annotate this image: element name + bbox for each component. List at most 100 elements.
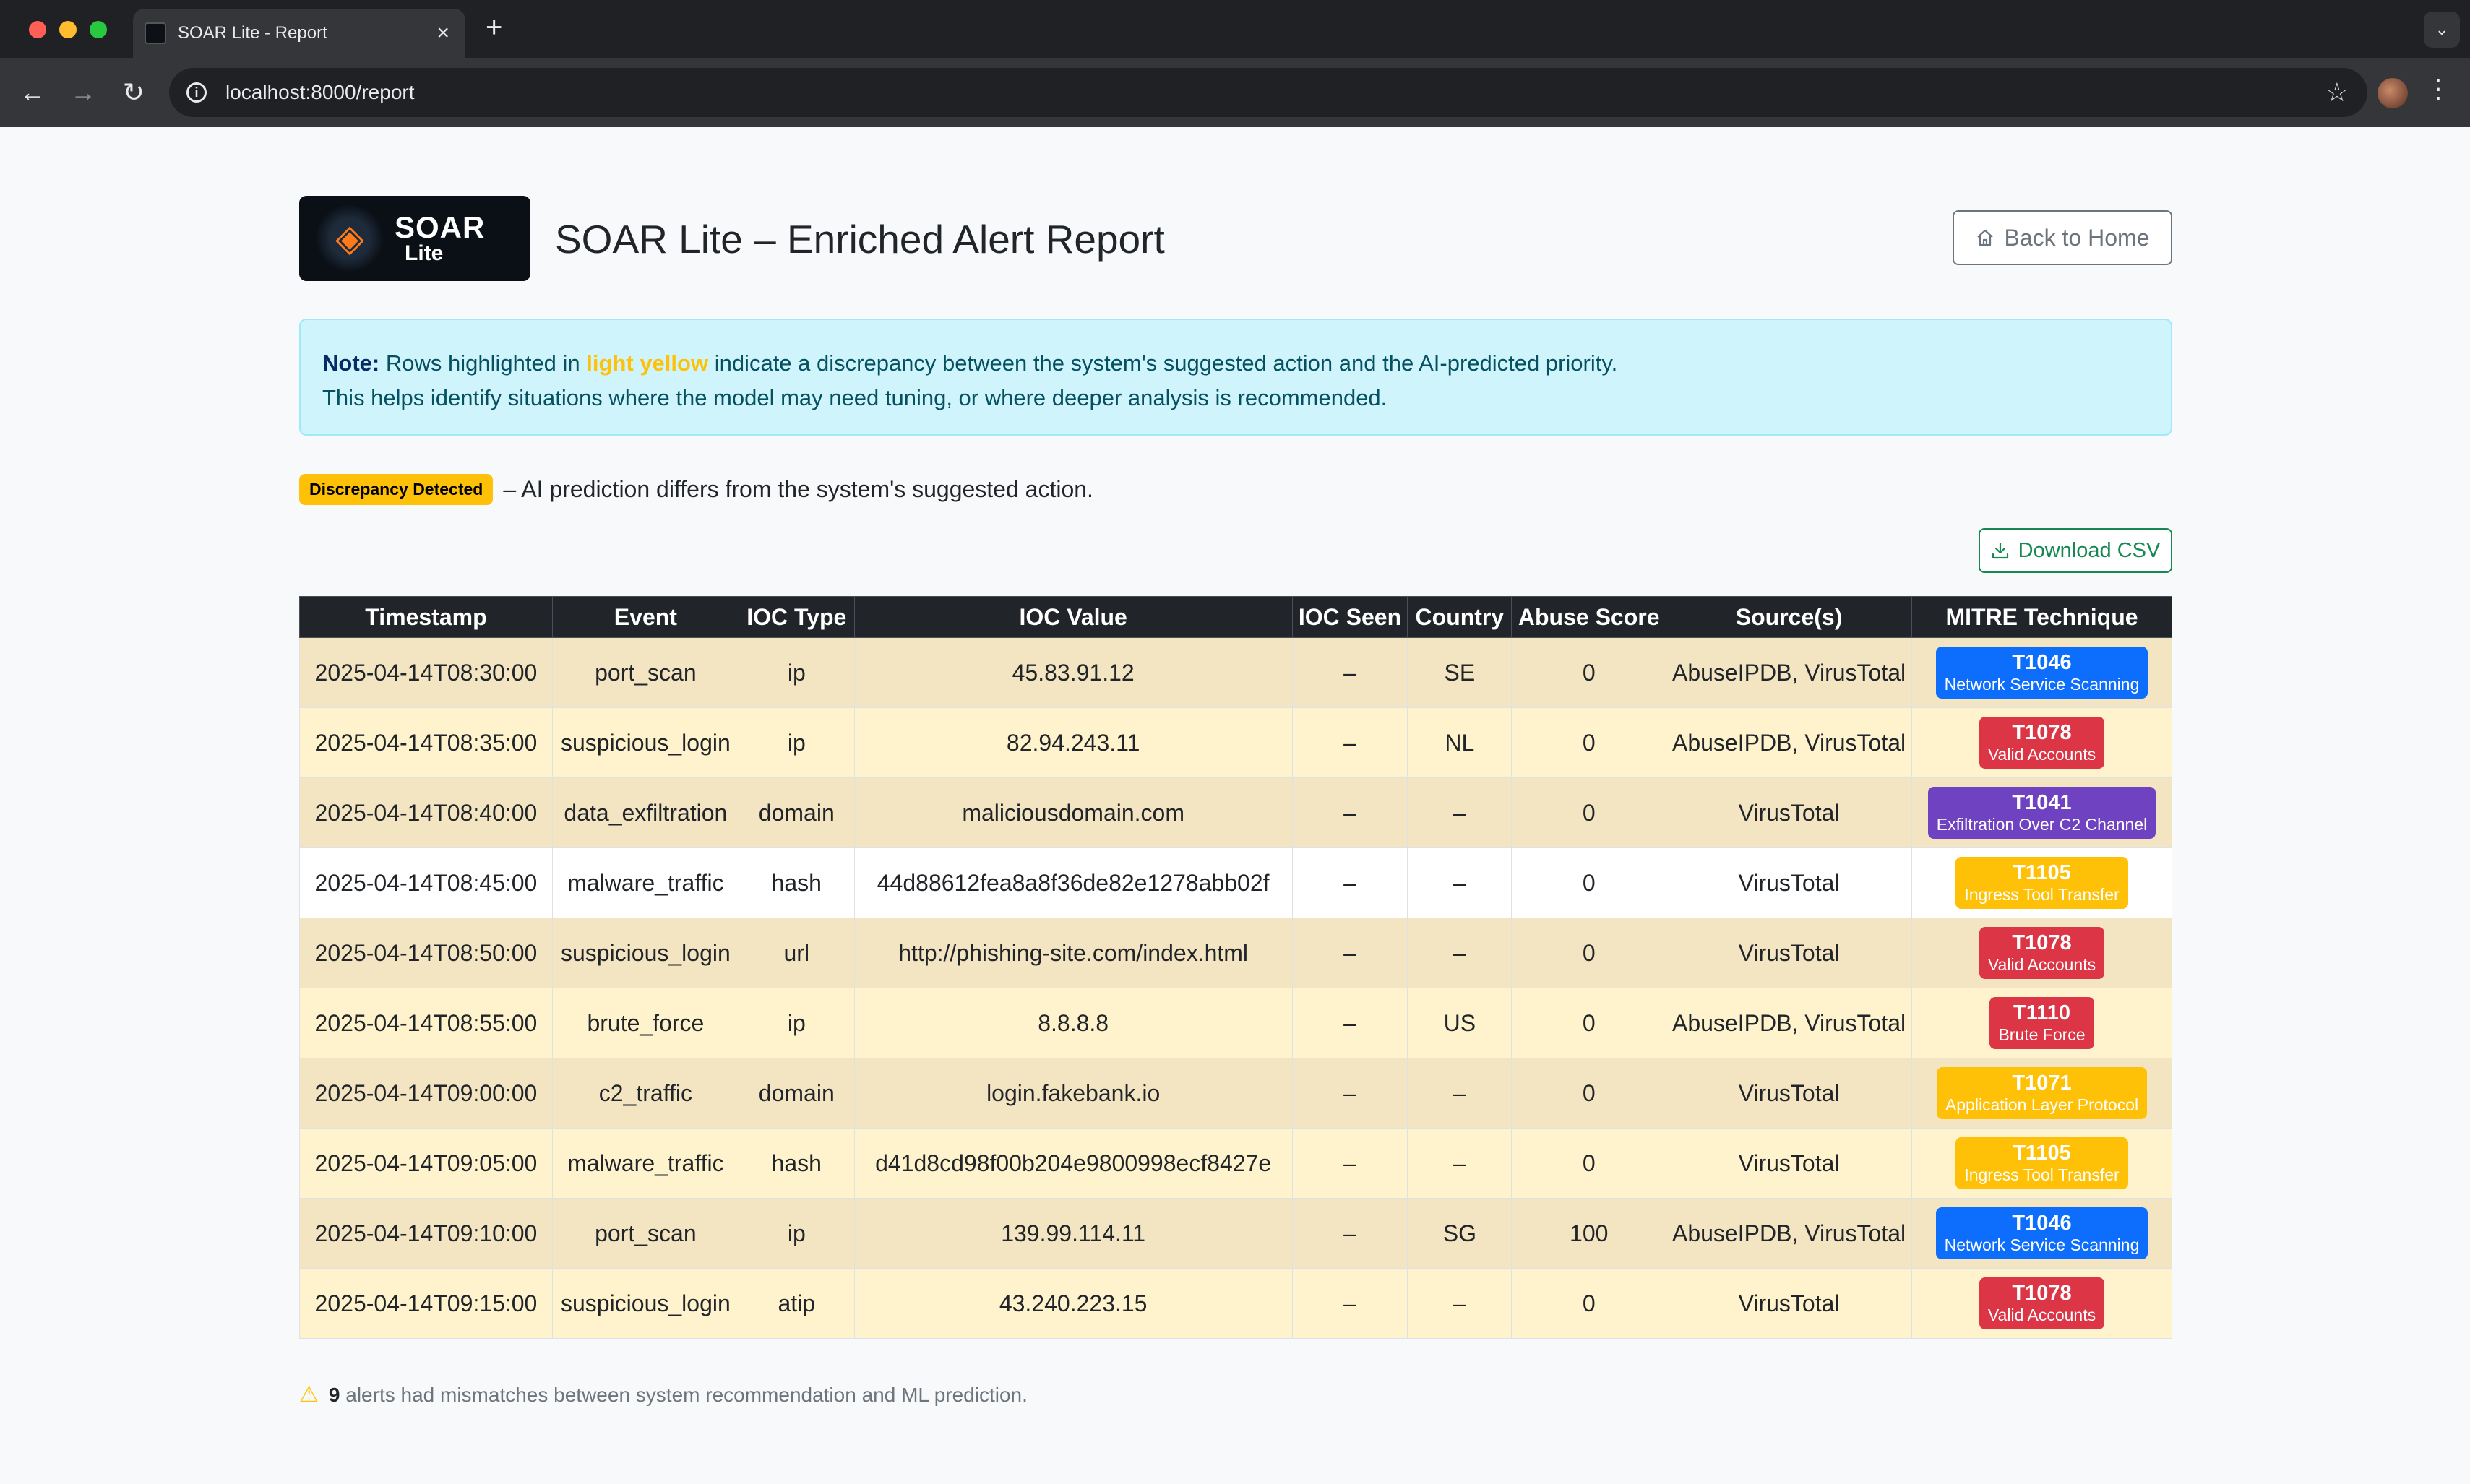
browser-tab[interactable]: SOAR Lite - Report × — [133, 9, 465, 58]
table-row: 2025-04-14T08:40:00 data_exfiltration doma… — [299, 777, 2172, 848]
cell-timestamp: 2025-04-14T08:30:00 — [299, 637, 553, 708]
mismatch-count: 9 — [328, 1383, 340, 1406]
cell-timestamp: 2025-04-14T09:05:00 — [299, 1128, 553, 1199]
alerts-table: Timestamp Event IOC Type IOC Value IOC S… — [299, 596, 2172, 1339]
table-row: 2025-04-14T08:30:00 port_scan ip 45.83.91.1… — [299, 637, 2172, 708]
mitre-id: T1105 — [2013, 1142, 2071, 1165]
cell-ioc-type: ip — [738, 707, 855, 778]
cell-country: US — [1407, 988, 1512, 1058]
cell-ioc-value: 82.94.243.11 — [853, 707, 1293, 778]
favicon-icon — [145, 22, 166, 44]
header-sources[interactable]: Source(s) — [1666, 596, 1913, 638]
cell-ioc-value: 8.8.8.8 — [853, 988, 1293, 1058]
legend-text: – AI prediction differs from the system'… — [503, 475, 1093, 502]
window-controls — [29, 21, 107, 38]
header-country[interactable]: Country — [1407, 596, 1512, 638]
cell-event: c2_traffic — [551, 1058, 739, 1129]
cell-sources: VirusTotal — [1666, 918, 1913, 988]
table-row: 2025-04-14T08:50:00 suspicious_login url ht… — [299, 918, 2172, 988]
browser-tab-bar: SOAR Lite - Report × + ⌄ — [0, 0, 2470, 58]
cell-abuse-score: 0 — [1511, 777, 1667, 848]
back-arrow-icon[interactable]: ← — [7, 77, 58, 108]
header-ioc-value[interactable]: IOC Value — [853, 596, 1293, 638]
cell-mitre-technique: T1071 Application Layer Protocol — [1911, 1058, 2172, 1129]
reload-icon[interactable]: ↻ — [108, 77, 159, 108]
browser-menu-icon[interactable]: ⋮ — [2425, 74, 2451, 104]
cell-sources: AbuseIPDB, VirusTotal — [1666, 1198, 1913, 1269]
minimize-window-button[interactable] — [59, 21, 77, 38]
cell-abuse-score: 0 — [1511, 988, 1667, 1058]
soar-lite-logo: ◈ SOAR Lite — [299, 196, 530, 281]
cell-ioc-type: domain — [738, 1058, 855, 1129]
cell-country: NL — [1407, 707, 1512, 778]
cell-timestamp: 2025-04-14T08:35:00 — [299, 707, 553, 778]
cell-event: brute_force — [551, 988, 739, 1058]
maximize-window-button[interactable] — [90, 21, 107, 38]
table-row: 2025-04-14T09:00:00 c2_traffic domain login… — [299, 1058, 2172, 1129]
cell-ioc-type: hash — [738, 847, 855, 918]
page-content: ◈ SOAR Lite SOAR Lite – Enriched Alert R… — [0, 127, 2470, 1484]
mitre-name: Valid Accounts — [1987, 745, 2096, 764]
cell-country: – — [1407, 1268, 1512, 1339]
mitre-name: Exfiltration Over C2 Channel — [1936, 815, 2148, 834]
url-text[interactable]: localhost:8000/report — [225, 81, 2325, 104]
cell-ioc-seen: – — [1291, 918, 1408, 988]
cell-country: – — [1407, 777, 1512, 848]
bookmark-star-icon[interactable]: ☆ — [2325, 77, 2349, 108]
cell-ioc-seen: – — [1291, 1268, 1408, 1339]
logo-sub-text: Lite — [405, 241, 444, 265]
header-ioc-type[interactable]: IOC Type — [738, 596, 855, 638]
note-text-2: indicate a discrepancy between the syste… — [708, 350, 1618, 376]
home-icon — [1976, 228, 1994, 247]
mismatch-summary: ⚠ 9 alerts had mismatches between system… — [299, 1382, 2172, 1407]
cell-mitre-technique: T1105 Ingress Tool Transfer — [1911, 1128, 2172, 1199]
cell-mitre-technique: T1078 Valid Accounts — [1911, 918, 2172, 988]
mitre-badge: T1105 Ingress Tool Transfer — [1955, 1137, 2128, 1189]
cell-ioc-value: login.fakebank.io — [853, 1058, 1293, 1129]
site-info-icon[interactable]: i — [186, 82, 207, 103]
header-abuse-score[interactable]: Abuse Score — [1511, 596, 1667, 638]
forward-arrow-icon[interactable]: → — [58, 77, 108, 108]
mitre-badge: T1041 Exfiltration Over C2 Channel — [1927, 787, 2156, 839]
cell-country: – — [1407, 918, 1512, 988]
header-event[interactable]: Event — [551, 596, 739, 638]
tab-search-icon[interactable]: ⌄ — [2424, 12, 2460, 48]
download-csv-label: Download CSV — [2018, 538, 2161, 562]
cell-ioc-type: url — [738, 918, 855, 988]
header-timestamp[interactable]: Timestamp — [299, 596, 553, 638]
mitre-id: T1071 — [2012, 1071, 2072, 1095]
mitre-name: Ingress Tool Transfer — [1964, 1165, 2120, 1185]
address-bar[interactable]: i localhost:8000/report ☆ — [169, 68, 2367, 117]
mitre-id: T1078 — [2012, 721, 2072, 745]
cell-event: malware_traffic — [551, 1128, 739, 1199]
new-tab-icon[interactable]: + — [486, 12, 502, 44]
cell-ioc-type: ip — [738, 988, 855, 1058]
cell-ioc-value: d41d8cd98f00b204e9800998ecf8427e — [853, 1128, 1293, 1199]
cell-abuse-score: 0 — [1511, 637, 1667, 708]
profile-avatar[interactable] — [2378, 78, 2408, 108]
header-ioc-seen[interactable]: IOC Seen — [1291, 596, 1408, 638]
download-csv-button[interactable]: Download CSV — [1979, 528, 2172, 573]
cell-sources: VirusTotal — [1666, 1268, 1913, 1339]
cell-country: SG — [1407, 1198, 1512, 1269]
mitre-id: T1046 — [2012, 651, 2072, 675]
cell-ioc-value: 44d88612fea8a8f36de82e1278abb02f — [853, 847, 1293, 918]
cell-ioc-seen: – — [1291, 1058, 1408, 1129]
cell-ioc-seen: – — [1291, 1198, 1408, 1269]
cell-timestamp: 2025-04-14T08:40:00 — [299, 777, 553, 848]
cell-timestamp: 2025-04-14T08:50:00 — [299, 918, 553, 988]
header-mitre-technique[interactable]: MITRE Technique — [1911, 596, 2172, 638]
cell-ioc-type: atip — [738, 1268, 855, 1339]
table-row: 2025-04-14T08:45:00 malware_traffic hash 44… — [299, 847, 2172, 918]
cell-mitre-technique: T1041 Exfiltration Over C2 Channel — [1911, 777, 2172, 848]
cell-ioc-value: 139.99.114.11 — [853, 1198, 1293, 1269]
cell-event: suspicious_login — [551, 1268, 739, 1339]
mitre-id: T1046 — [2012, 1212, 2072, 1235]
mitre-badge: T1110 Brute Force — [1989, 997, 2094, 1049]
close-window-button[interactable] — [29, 21, 46, 38]
back-to-home-button[interactable]: Back to Home — [1953, 210, 2172, 265]
cell-ioc-seen: – — [1291, 1128, 1408, 1199]
note-label: Note: — [322, 350, 380, 376]
cell-abuse-score: 0 — [1511, 918, 1667, 988]
close-tab-icon[interactable]: × — [436, 21, 449, 46]
